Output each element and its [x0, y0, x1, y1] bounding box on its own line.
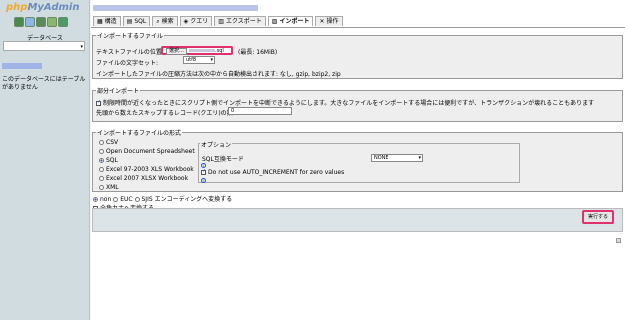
- file-name-blur: [189, 49, 216, 52]
- sql-docs-icon[interactable]: [47, 17, 57, 27]
- auto-increment-checkbox[interactable]: [201, 168, 206, 175]
- chevron-down-icon: ▾: [210, 57, 213, 63]
- search-icon: ⌕: [156, 18, 160, 25]
- nav-icon-bar: [14, 17, 68, 27]
- structure-icon: ▦: [97, 18, 103, 25]
- database-select[interactable]: ▾: [3, 41, 85, 51]
- operations-icon: ✕: [319, 18, 325, 25]
- options-legend: オプション: [200, 140, 233, 149]
- tab-bar: ▦ 構造 ▤ SQL ⌕ 検索 ◈ クエリ ▥ エクスポート ▧ インポート ✕ 操作: [93, 16, 343, 26]
- submit-button[interactable]: 実行する: [582, 210, 614, 224]
- export-icon: ▥: [218, 18, 224, 25]
- skip-queries-input[interactable]: 0: [228, 107, 292, 115]
- submit-bar: [92, 208, 623, 232]
- reload-icon[interactable]: [58, 17, 68, 27]
- options-box: [198, 143, 520, 183]
- radio-csv[interactable]: [99, 140, 104, 145]
- phpmyadmin-logo[interactable]: phpMyAdmin: [6, 2, 79, 13]
- query-window-icon[interactable]: [25, 17, 35, 27]
- compat-mode-select[interactable]: NONE ▾: [371, 154, 423, 162]
- sql-icon: ▤: [126, 18, 133, 25]
- radio-euc[interactable]: [113, 197, 119, 202]
- charset-select[interactable]: utf8 ▾: [183, 56, 215, 64]
- file-extension: .sql: [215, 48, 224, 54]
- query-icon: ◈: [183, 18, 189, 25]
- allow-interrupt-checkbox[interactable]: [96, 99, 101, 106]
- encoding-option-non[interactable]: non: [93, 196, 111, 203]
- format-option-xml[interactable]: XML: [99, 183, 209, 192]
- import-icon: ▧: [271, 18, 278, 25]
- allow-interrupt-option[interactable]: 制限時間が近くなったときにスクリプト側でインポートを中断できるようにします。大き…: [96, 98, 594, 107]
- import-file-legend: インポートするファイル: [97, 33, 164, 40]
- auto-increment-option[interactable]: Do not use AUTO_INCREMENT for zero value…: [201, 168, 344, 176]
- radio-xlsx[interactable]: [99, 176, 104, 181]
- docs-icon[interactable]: [36, 17, 46, 27]
- convert-encoding-label: エンコーディングへ変換する: [154, 196, 233, 203]
- server-database-breadcrumb[interactable]: [93, 5, 258, 11]
- skip-queries-label: 先頭から数えたスキップするレコード(クエリ)の数: [96, 110, 233, 117]
- no-tables-message: このデータベースにはテーブルがありません: [2, 76, 86, 91]
- compression-note: インポートしたファイルの圧縮方法は次の中から自動検出されます: なし, gzip…: [96, 71, 341, 78]
- tab-export[interactable]: ▥ エクスポート: [214, 16, 266, 26]
- tab-operations[interactable]: ✕ 操作: [315, 16, 343, 26]
- tab-search[interactable]: ⌕ 検索: [152, 16, 178, 26]
- browse-button[interactable]: 選択…: [166, 48, 188, 55]
- encoding-option-euc[interactable]: EUC: [113, 196, 133, 203]
- tab-sql[interactable]: ▤ SQL: [122, 16, 151, 26]
- format-legend: インポートするファイルの形式: [97, 130, 182, 137]
- radio-xls[interactable]: [99, 167, 104, 172]
- radio-sjis[interactable]: [134, 197, 140, 202]
- new-window-icon[interactable]: [616, 238, 621, 243]
- format-option-csv[interactable]: CSV: [99, 138, 209, 147]
- file-browse-control[interactable]: 選択… .sql: [161, 46, 233, 55]
- current-database-link[interactable]: [2, 63, 42, 69]
- tab-divider: [91, 27, 625, 28]
- tab-structure[interactable]: ▦ 構造: [93, 16, 121, 26]
- format-options: CSV Open Document Spreadsheet SQL Excel …: [99, 138, 209, 192]
- compat-mode-label: SQL互換モード: [202, 156, 244, 163]
- chevron-down-icon: ▾: [80, 44, 83, 50]
- chevron-down-icon: ▾: [418, 155, 421, 161]
- format-option-xls[interactable]: Excel 97-2003 XLS Workbook: [99, 165, 209, 174]
- format-option-xlsx[interactable]: Excel 2007 XLSX Workbook: [99, 174, 209, 183]
- file-location-label: テキストファイルの位置: [96, 49, 162, 56]
- format-option-sql[interactable]: SQL: [99, 156, 209, 165]
- tab-import[interactable]: ▧ インポート: [267, 16, 314, 26]
- radio-ods[interactable]: [99, 149, 104, 154]
- encoding-option-sjis[interactable]: SJIS: [134, 196, 153, 203]
- radio-xml[interactable]: [99, 185, 104, 190]
- radio-sql[interactable]: [99, 158, 104, 163]
- navigation-sidebar: phpMyAdmin データベース ▾ このデータベースにはテーブルがありません: [0, 0, 90, 320]
- radio-non[interactable]: [93, 197, 98, 202]
- main-content: ▦ 構造 ▤ SQL ⌕ 検索 ◈ クエリ ▥ エクスポート ▧ インポート ✕ 操作 インポ…: [91, 0, 625, 320]
- format-option-ods[interactable]: Open Document Spreadsheet: [99, 147, 209, 156]
- charset-label: ファイルの文字セット:: [96, 60, 159, 67]
- max-size-text: (最長: 16MiB): [238, 49, 278, 56]
- help-icon[interactable]: i: [201, 177, 206, 184]
- home-icon[interactable]: [14, 17, 24, 27]
- partial-import-legend: 部分インポート: [97, 88, 140, 95]
- tab-query[interactable]: ◈ クエリ: [179, 16, 213, 26]
